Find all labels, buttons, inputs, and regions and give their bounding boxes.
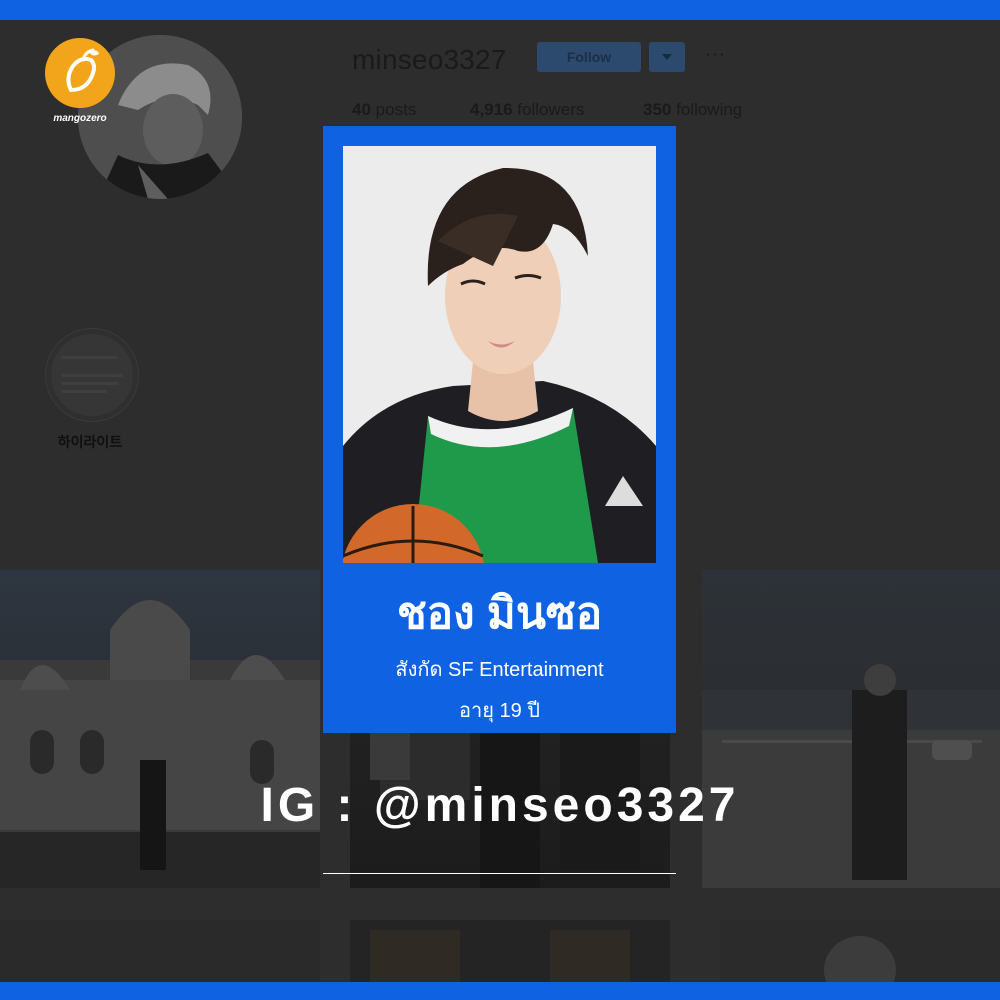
trainee-name: ชอง มินซอ	[396, 589, 603, 638]
trainee-age: อายุ 19 ปี	[458, 700, 540, 722]
post-thumbnail-4[interactable]	[0, 920, 320, 982]
story-highlight[interactable]	[45, 328, 139, 422]
highlight-label: 하이라이트	[57, 434, 123, 450]
post-thumbnail-1[interactable]	[0, 570, 320, 888]
more-options-button[interactable]: ···	[704, 42, 726, 72]
post-thumbnail-6[interactable]	[720, 920, 1000, 982]
highlight-cover	[51, 334, 133, 416]
follow-button[interactable]: Follow	[537, 42, 641, 72]
cathedral-photo	[0, 600, 320, 888]
top-border	[0, 0, 1000, 20]
profile-card: ชอง มินซอ สังกัด SF Entertainment อายุ 1…	[323, 126, 676, 733]
frames-photo	[370, 930, 630, 982]
trainee-photo	[343, 146, 656, 563]
post-thumbnail-5[interactable]	[350, 920, 670, 982]
following-stat[interactable]: 350 following	[643, 100, 742, 120]
mango-icon	[66, 48, 99, 93]
post-thumbnail-3[interactable]	[702, 570, 1000, 888]
posts-stat[interactable]: 40 posts	[352, 100, 416, 120]
mangozero-logo	[45, 38, 115, 108]
portrait-photo	[824, 936, 896, 982]
handle-divider	[323, 873, 676, 874]
chevron-down-icon	[662, 54, 672, 60]
posts-label: posts	[375, 100, 417, 119]
profile-username: minseo3327	[352, 44, 507, 75]
following-label: following	[676, 100, 743, 119]
followers-count: 4,916	[470, 100, 513, 119]
trainee-agency: สังกัด SF Entertainment	[395, 659, 604, 681]
followers-label: followers	[517, 100, 585, 119]
followers-stat[interactable]: 4,916 followers	[470, 100, 584, 120]
bottom-border	[0, 982, 1000, 1000]
following-count: 350	[643, 100, 672, 119]
trainee-portrait	[343, 146, 656, 563]
instagram-handle: IG : @minseo3327	[260, 779, 740, 832]
suggestions-dropdown-button[interactable]	[649, 42, 685, 72]
mangozero-wordmark: mangozero	[53, 113, 107, 124]
street-photo	[702, 664, 1000, 888]
posts-count: 40	[352, 100, 371, 119]
